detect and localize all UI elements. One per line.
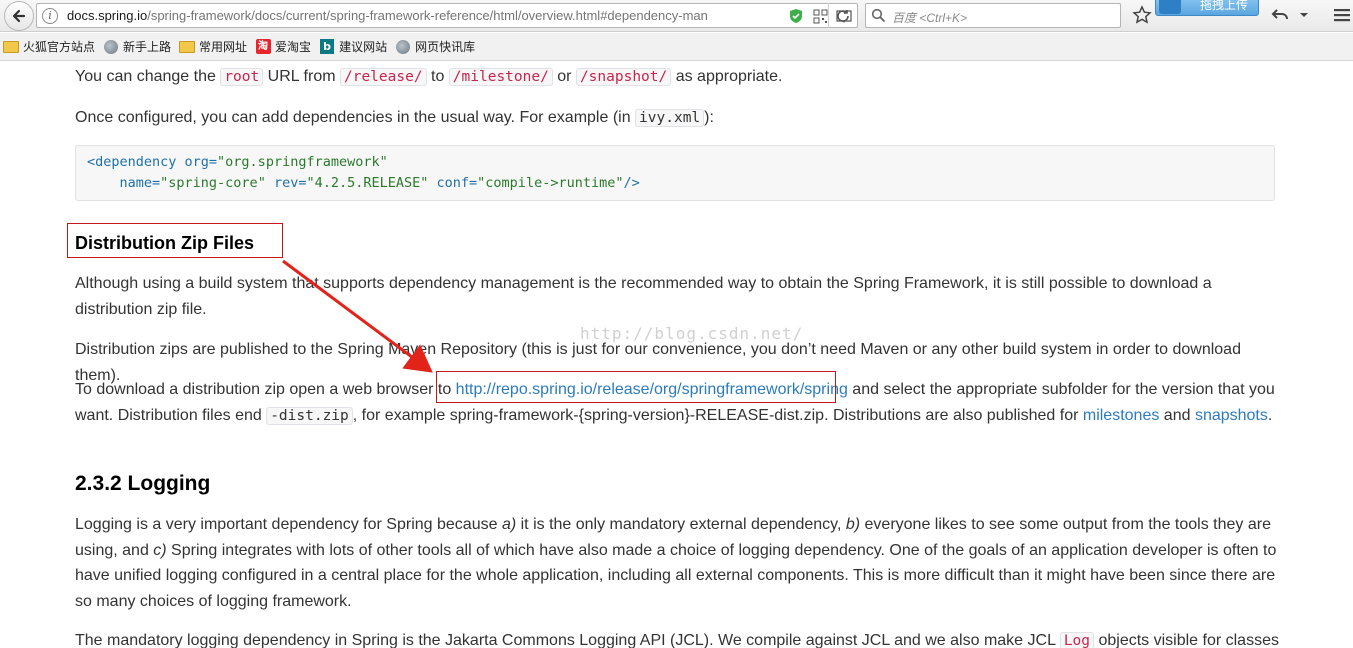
reload-button[interactable] xyxy=(828,3,856,28)
emphasis: b) xyxy=(845,516,861,533)
section-title-logging: 2.3.2 Logging xyxy=(75,472,211,495)
text: The mandatory logging dependency in Spri… xyxy=(75,632,1060,648)
bookmark-star-button[interactable] xyxy=(1130,4,1154,26)
bookmark-web-slices[interactable]: 网页快讯库 xyxy=(395,38,475,55)
navigation-toolbar: i docs.spring.io/spring-framework/docs/c… xyxy=(0,0,1353,32)
code-token: "compile->runtime" xyxy=(477,175,624,191)
menu-button[interactable] xyxy=(1330,4,1353,26)
back-arrow-icon xyxy=(12,9,26,23)
search-placeholder: 百度 <Ctrl+K> xyxy=(892,11,968,25)
url-host: docs.spring.io xyxy=(67,8,148,23)
bookmark-label: 常用网址 xyxy=(199,40,248,54)
url-path: /spring-framework/docs/current/spring-fr… xyxy=(147,8,708,23)
code-token: "4.2.5.RELEASE" xyxy=(306,175,429,191)
bookmark-firefox-official[interactable]: 火狐官方站点 xyxy=(3,38,95,55)
emphasis: a) xyxy=(501,516,517,533)
bing-icon: b xyxy=(320,39,335,54)
paragraph-mandatory-logging: The mandatory logging dependency in Spri… xyxy=(75,628,1280,648)
bookmark-suggested-sites[interactable]: b 建议网站 xyxy=(319,38,387,55)
drag-upload-button[interactable]: 拖拽上传 xyxy=(1155,0,1259,16)
site-info-icon[interactable]: i xyxy=(42,8,58,24)
url-bar[interactable]: i docs.spring.io/spring-framework/docs/c… xyxy=(36,3,858,28)
inline-code: ivy.xml xyxy=(635,109,705,127)
text: Once configured, you can add dependencie… xyxy=(75,109,636,126)
bookmark-label: 网页快讯库 xyxy=(415,40,476,54)
text: Logging is a very important dependency f… xyxy=(75,516,502,533)
back-button[interactable] xyxy=(4,1,34,31)
text: To download a distribution zip open a we… xyxy=(75,381,456,398)
code-token: "org.springframework" xyxy=(217,154,388,170)
folder-icon xyxy=(179,40,196,53)
code-token: org= xyxy=(176,154,218,170)
taobao-icon: 淘 xyxy=(255,39,271,54)
milestones-link[interactable]: milestones xyxy=(1083,407,1159,424)
gear-globe-icon xyxy=(104,39,119,54)
text: it is the only mandatory external depend… xyxy=(516,516,846,533)
code-token: /> xyxy=(623,175,640,191)
inline-code: Log xyxy=(1059,632,1095,648)
emphasis: c) xyxy=(153,541,167,559)
annotation-box-repo-link xyxy=(436,371,836,403)
text: . xyxy=(1267,406,1273,424)
paragraph-logging: Logging is a very important dependency f… xyxy=(75,512,1280,614)
chevron-down-icon xyxy=(1300,13,1308,17)
text: as appropriate. xyxy=(671,68,783,85)
code-token: name= xyxy=(87,175,161,191)
section-title-distribution: Distribution Zip Files xyxy=(75,233,254,253)
text: , for example spring-framework-{spring-v… xyxy=(352,406,1083,424)
undo-arrow-icon xyxy=(1271,9,1288,20)
bookmark-common-sites[interactable]: 常用网址 xyxy=(179,38,247,55)
text: ): xyxy=(704,109,714,126)
star-icon xyxy=(1132,5,1152,24)
text: URL from xyxy=(263,68,340,85)
text: objects visible for classes xyxy=(1094,632,1279,648)
inline-code: /snapshot/ xyxy=(575,68,672,86)
page-content: You can change the root URL from /releas… xyxy=(0,62,1353,648)
text: Spring integrates with lots of other too… xyxy=(75,541,1277,610)
bookmark-getting-started[interactable]: 新手上路 xyxy=(103,38,171,55)
code-block: <dependency org="org.springframework" na… xyxy=(75,145,1275,201)
code-token: <dependency xyxy=(87,154,177,170)
bookmark-aitaobao[interactable]: 淘 爱淘宝 xyxy=(255,38,311,55)
bookmark-label: 新手上路 xyxy=(123,40,172,54)
code-token: "spring-core" xyxy=(160,175,266,191)
inline-code: -dist.zip xyxy=(266,406,353,425)
inline-code: /release/ xyxy=(339,68,427,86)
qr-code-icon[interactable] xyxy=(811,7,829,25)
paragraph-build-system: Although using a build system that suppo… xyxy=(75,275,1212,318)
code-token: rev= xyxy=(265,175,307,191)
paragraph-once-configured: Once configured, you can add dependencie… xyxy=(75,105,1280,132)
paragraph-change-url: You can change the root URL from /releas… xyxy=(75,64,1280,91)
text: and xyxy=(1159,406,1195,424)
reload-icon xyxy=(836,9,849,22)
inline-code: root xyxy=(220,68,264,86)
search-bar[interactable]: 百度 <Ctrl+K> xyxy=(865,3,1121,28)
code-token: conf= xyxy=(428,175,478,191)
history-back-button[interactable] xyxy=(1268,4,1292,26)
shield-icon[interactable] xyxy=(787,7,805,25)
bookmark-label: 火狐官方站点 xyxy=(23,40,96,54)
text: You can change the xyxy=(75,68,221,85)
url-text[interactable]: docs.spring.io/spring-framework/docs/cur… xyxy=(67,8,757,23)
folder-icon xyxy=(3,40,19,53)
bookmarks-toolbar: 火狐官方站点 新手上路 常用网址 淘 爱淘宝 b 建议网站 网页快讯库 xyxy=(0,33,1353,61)
inline-code: /milestone/ xyxy=(448,68,553,86)
snapshots-link[interactable]: snapshots xyxy=(1195,407,1268,424)
hamburger-menu-icon xyxy=(1334,9,1350,22)
text: to xyxy=(426,68,449,85)
bookmark-label: 建议网站 xyxy=(339,40,388,54)
upload-label: 拖拽上传 xyxy=(1199,0,1248,12)
history-dropdown-button[interactable] xyxy=(1296,4,1312,26)
search-icon xyxy=(871,8,886,28)
text: or xyxy=(552,68,576,85)
upload-logo-icon xyxy=(1159,0,1181,14)
bookmark-label: 爱淘宝 xyxy=(275,40,312,54)
globe-icon xyxy=(396,39,411,54)
